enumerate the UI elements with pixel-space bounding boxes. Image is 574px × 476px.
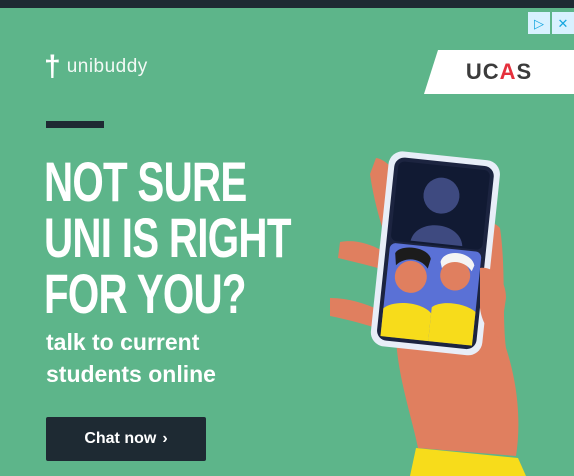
unibuddy-logo-icon: † xyxy=(44,50,61,83)
ad-banner[interactable]: ▷ ✕ † unibuddy UC A S NOT SURE UNI IS RIGH… xyxy=(0,8,574,476)
headline-line-3: FOR YOU? xyxy=(44,262,247,325)
adchoices-info-icon[interactable]: ▷ xyxy=(528,12,550,34)
subheadline-line-2: students online xyxy=(46,361,216,388)
subheadline: talk to current students online xyxy=(46,326,306,390)
phone-video-call-illustration xyxy=(330,151,526,476)
chat-now-label: Chat now xyxy=(84,430,157,447)
divider xyxy=(46,121,104,128)
close-icon[interactable]: ✕ xyxy=(552,12,574,34)
ucas-logo[interactable]: UC A S xyxy=(424,50,574,94)
headline-line-2: UNI IS RIGHT xyxy=(44,206,291,269)
headline: NOT SURE UNI IS RIGHT FOR YOU? xyxy=(44,154,361,322)
ucas-logo-accent: A xyxy=(499,59,517,84)
chat-now-button[interactable]: Chat now › xyxy=(46,417,206,461)
ucas-logo-prefix: UC xyxy=(465,59,500,84)
headline-line-1: NOT SURE xyxy=(44,150,247,213)
subheadline-line-1: talk to current xyxy=(46,329,200,355)
chevron-right-icon: › xyxy=(162,430,168,447)
unibuddy-logo[interactable]: † unibuddy xyxy=(44,52,148,82)
ucas-logo-suffix: S xyxy=(516,59,533,84)
adchoices: ▷ ✕ xyxy=(528,12,574,34)
logo-text: unibuddy xyxy=(66,56,148,77)
